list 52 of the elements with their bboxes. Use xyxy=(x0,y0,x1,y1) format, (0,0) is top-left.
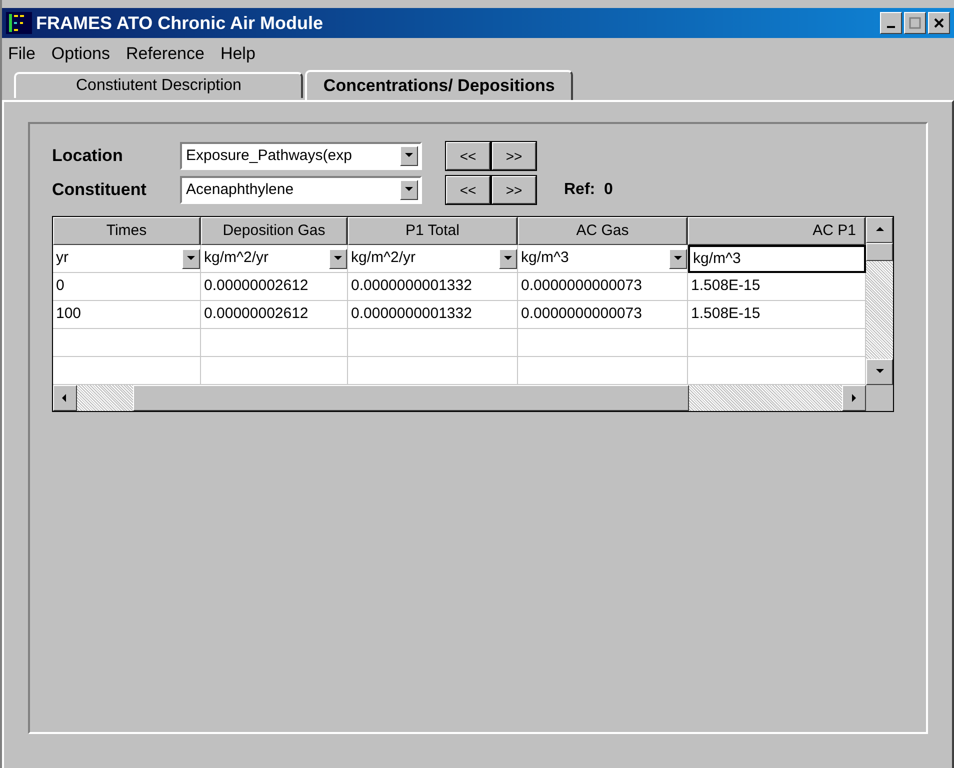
maximize-button[interactable] xyxy=(904,12,926,34)
scroll-right-button[interactable] xyxy=(842,385,866,411)
minimize-icon xyxy=(887,26,895,28)
unit-field[interactable]: yr xyxy=(53,245,201,273)
nav-button[interactable]: >> xyxy=(492,176,536,204)
menu-item[interactable]: File xyxy=(8,41,36,67)
dropdown-button[interactable] xyxy=(400,180,418,200)
maximize-icon xyxy=(909,17,921,29)
dropdown-button[interactable] xyxy=(400,146,418,166)
right-arrow-icon xyxy=(849,393,859,403)
table-cell: 0.00000002612 xyxy=(201,301,348,329)
field-label: Location xyxy=(52,145,124,168)
scroll-thumb[interactable] xyxy=(866,243,893,261)
dropdown-button[interactable] xyxy=(499,248,517,268)
dropdown-button[interactable] xyxy=(669,248,687,268)
menu-item[interactable]: Help xyxy=(220,41,256,67)
tab[interactable]: Constiutent Description xyxy=(14,72,304,98)
unit-field[interactable]: kg/m^3 xyxy=(688,245,866,273)
scroll-left-button[interactable] xyxy=(53,385,77,411)
tab[interactable]: Concentrations/ Depositions xyxy=(305,70,573,100)
field-label: Constituent xyxy=(52,179,148,202)
nav-button[interactable]: >> xyxy=(492,142,536,170)
table-cell: 1.508E-15 xyxy=(688,301,866,329)
window-title: FRAMES ATO Chronic Air Module xyxy=(36,12,323,34)
table-cell: 0.0000000000073 xyxy=(518,273,688,301)
scroll-thumb[interactable] xyxy=(133,385,689,411)
scroll-down-button[interactable] xyxy=(866,359,893,385)
unit-field[interactable]: kg/m^2/yr xyxy=(201,245,348,273)
table-cell: 1.508E-15 xyxy=(688,273,866,301)
nav-button[interactable]: << xyxy=(446,176,490,204)
dropdown-field[interactable]: Acenaphthylene xyxy=(180,176,422,204)
horizontal-scrollbar[interactable] xyxy=(53,385,866,411)
scroll-up-button[interactable] xyxy=(866,217,893,243)
app-icon xyxy=(6,12,32,34)
unit-field[interactable]: kg/m^2/yr xyxy=(348,245,518,273)
menu-item[interactable]: Reference xyxy=(126,41,204,67)
table-cell: 0 xyxy=(53,273,201,301)
close-button[interactable] xyxy=(928,12,950,34)
dropdown-button[interactable] xyxy=(329,248,347,268)
table-cell: 0.0000000001332 xyxy=(348,301,518,329)
table-cell: 0.0000000000073 xyxy=(518,301,688,329)
table-cell: 0.0000000001332 xyxy=(348,273,518,301)
minimize-button[interactable] xyxy=(880,12,902,34)
unit-field[interactable]: kg/m^3 xyxy=(518,245,688,273)
nav-button[interactable]: << xyxy=(446,142,490,170)
table-cell: 0.00000002612 xyxy=(201,273,348,301)
close-icon xyxy=(933,17,945,29)
menu-item[interactable]: Options xyxy=(51,41,110,67)
dropdown-field[interactable]: Exposure_Pathways(exp xyxy=(180,142,422,170)
ref-label: Ref: 0 xyxy=(564,180,613,200)
table-cell: 100 xyxy=(53,301,201,329)
dropdown-button[interactable] xyxy=(182,248,200,268)
